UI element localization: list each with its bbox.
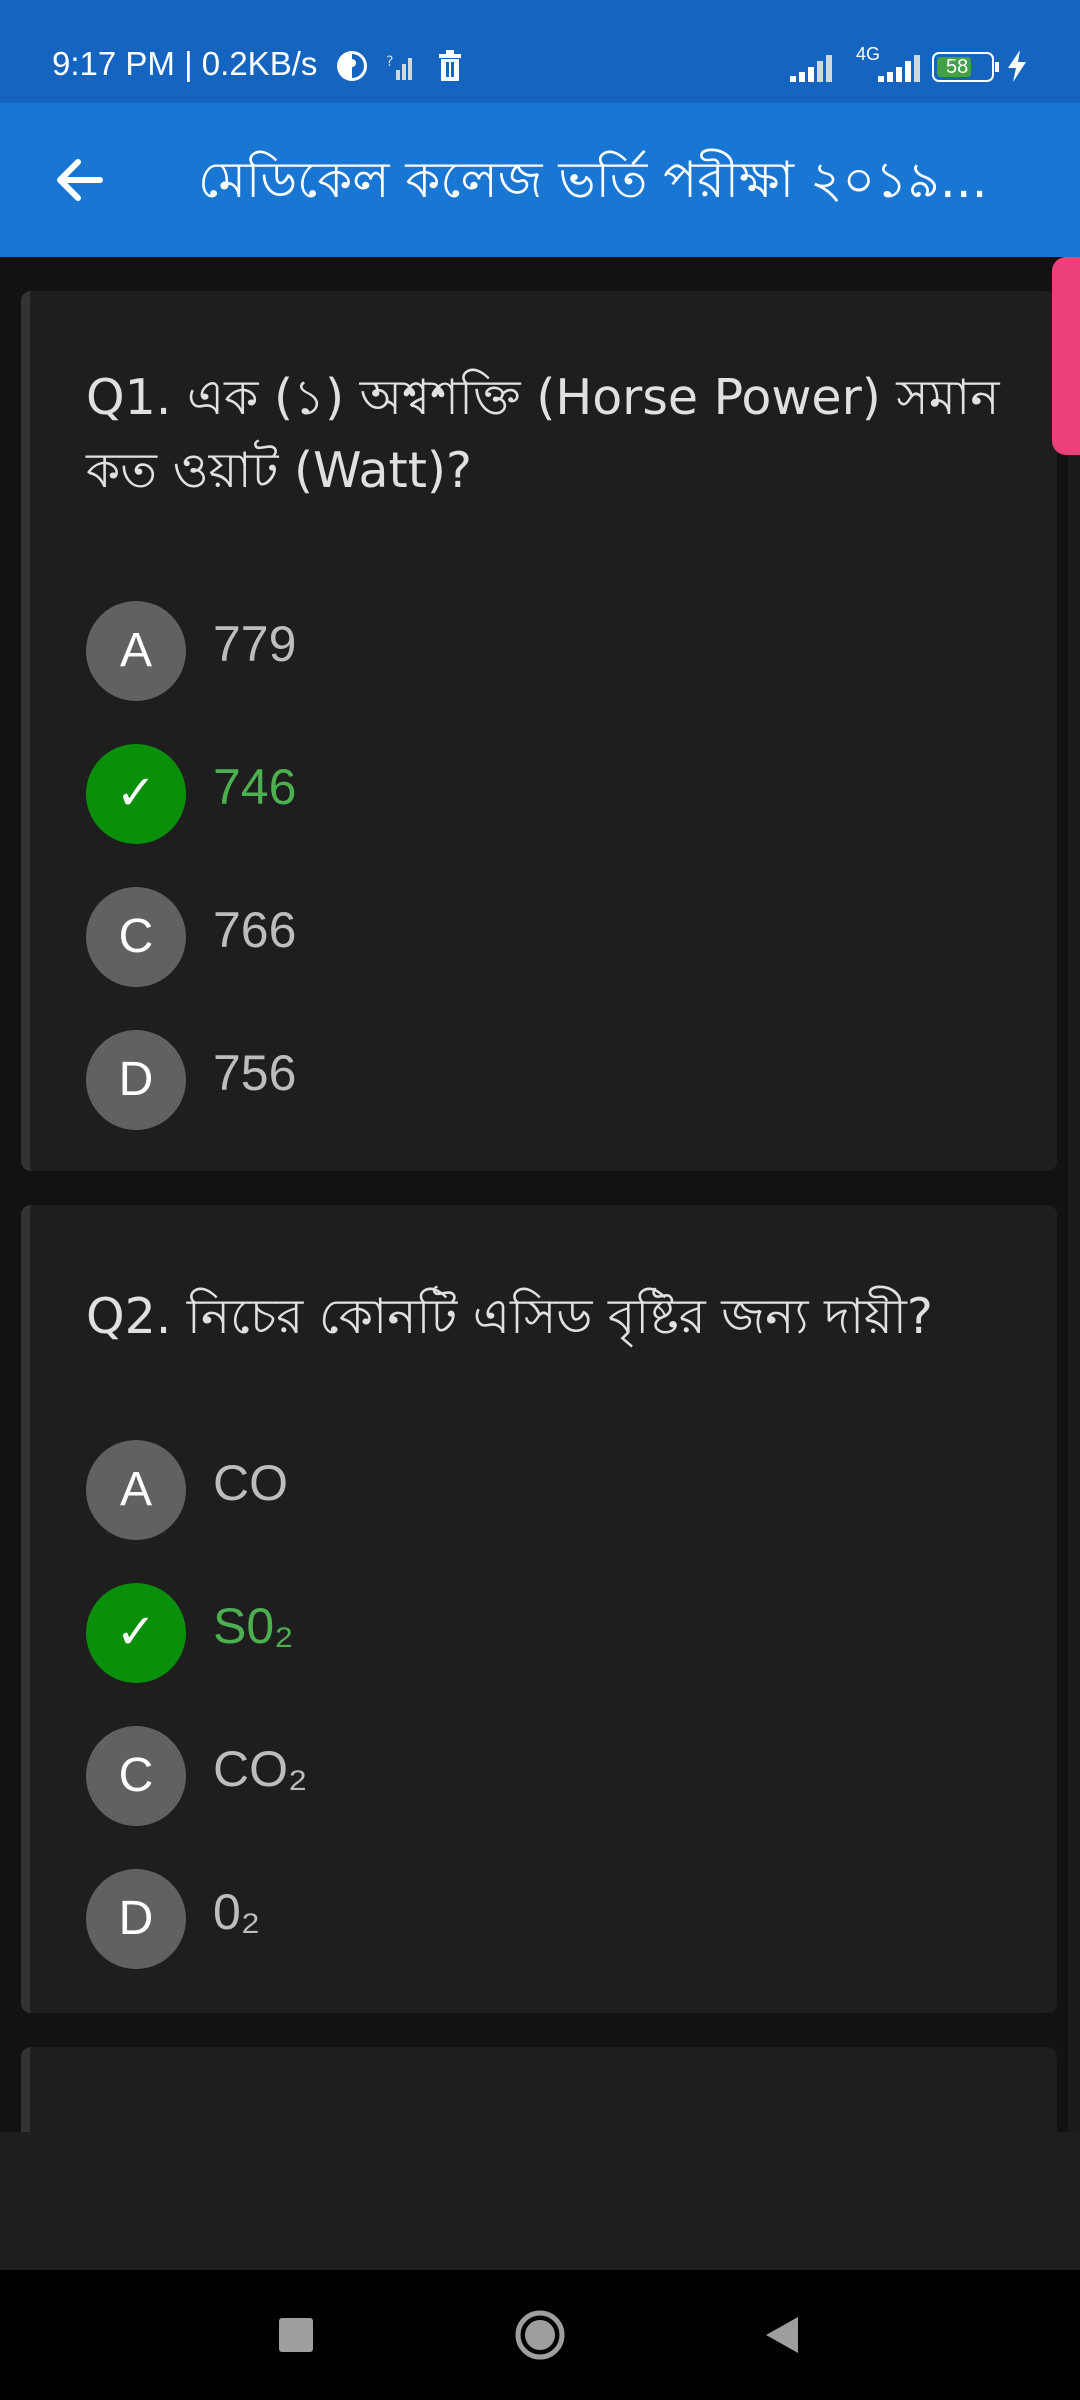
option-letter: A bbox=[86, 1440, 186, 1540]
square-icon bbox=[279, 2318, 313, 2352]
battery-icon: 58 bbox=[932, 52, 1000, 82]
option-text: 746 bbox=[213, 759, 297, 815]
data-saver-icon bbox=[336, 50, 368, 86]
option-a[interactable]: A CO bbox=[86, 1440, 986, 1540]
scroll-thumb[interactable] bbox=[1052, 257, 1080, 455]
option-b-correct[interactable]: ✓ S0₂ bbox=[86, 1583, 986, 1683]
check-icon: ✓ bbox=[86, 744, 186, 844]
triangle-back-icon bbox=[766, 2317, 798, 2353]
option-a[interactable]: A 779 bbox=[86, 601, 986, 701]
recents-button[interactable] bbox=[262, 2301, 330, 2369]
trash-notification-icon bbox=[436, 50, 464, 86]
status-bar: 9:17 PM | 0.2KB/s ? 4G 58 bbox=[0, 0, 1080, 103]
option-text: S0₂ bbox=[213, 1598, 294, 1654]
option-text: 766 bbox=[213, 902, 297, 958]
network-type-label: 4G bbox=[856, 44, 881, 64]
option-d[interactable]: D 756 bbox=[86, 1030, 986, 1130]
signal-strength-2-icon bbox=[878, 52, 926, 86]
navigation-bar bbox=[0, 2270, 1080, 2400]
page-title: মেডিকেল কলেজ ভর্তি পরীক্ষা ২০১৯... bbox=[198, 151, 988, 209]
question-card-2: Q2. নিচের কোনটি এসিড বৃষ্টির জন্য দায়ী?… bbox=[21, 1205, 1057, 2013]
quiz-list[interactable]: Q1. এক (১) অশ্বশক্তি (Horse Power) সমান … bbox=[0, 257, 1080, 2132]
option-text: CO bbox=[213, 1455, 288, 1511]
option-letter: A bbox=[86, 601, 186, 701]
circle-icon bbox=[515, 2310, 565, 2360]
svg-text:?: ? bbox=[386, 54, 393, 70]
scrollbar-track bbox=[1068, 257, 1080, 2132]
option-letter: C bbox=[86, 1726, 186, 1826]
back-nav-button[interactable] bbox=[748, 2301, 816, 2369]
battery-level: 58 bbox=[946, 56, 969, 78]
no-signal-icon: ? bbox=[386, 50, 416, 86]
signal-strength-icon bbox=[790, 52, 838, 86]
option-text: 756 bbox=[213, 1045, 297, 1101]
app-bar: মেডিকেল কলেজ ভর্তি পরীক্ষা ২০১৯... bbox=[0, 103, 1080, 257]
charging-icon bbox=[1006, 50, 1028, 86]
option-c[interactable]: C CO₂ bbox=[86, 1726, 986, 1826]
option-d[interactable]: D 0₂ bbox=[86, 1869, 986, 1969]
bottom-strip bbox=[0, 2132, 1080, 2270]
status-time: 9:17 PM | 0.2KB/s bbox=[52, 45, 318, 82]
option-text: 779 bbox=[213, 616, 297, 672]
option-c[interactable]: C 766 bbox=[86, 887, 986, 987]
option-letter: C bbox=[86, 887, 186, 987]
question-card-3 bbox=[21, 2047, 1057, 2132]
question-text: Q2. নিচের কোনটি এসিড বৃষ্টির জন্য দায়ী? bbox=[86, 1288, 933, 1345]
option-letter: D bbox=[86, 1869, 186, 1969]
option-text: 0₂ bbox=[213, 1884, 261, 1940]
home-button[interactable] bbox=[506, 2301, 574, 2369]
option-text: CO₂ bbox=[213, 1741, 308, 1797]
back-arrow-icon bbox=[57, 159, 103, 201]
option-letter: D bbox=[86, 1030, 186, 1130]
option-b-correct[interactable]: ✓ 746 bbox=[86, 744, 986, 844]
check-icon: ✓ bbox=[86, 1583, 186, 1683]
question-card-1: Q1. এক (১) অশ্বশক্তি (Horse Power) সমান … bbox=[21, 291, 1057, 1171]
back-button[interactable] bbox=[40, 141, 118, 219]
question-text: Q1. এক (১) অশ্বশক্তি (Horse Power) সমান … bbox=[86, 369, 1000, 499]
